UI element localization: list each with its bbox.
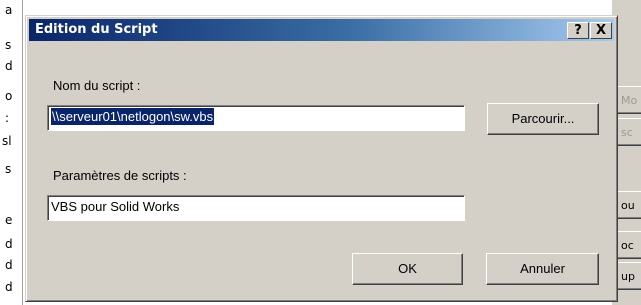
- background-text: a: [5, 3, 13, 17]
- background-button[interactable]: oc: [616, 231, 641, 259]
- help-button[interactable]: ?: [567, 22, 589, 39]
- close-button[interactable]: X: [590, 22, 612, 39]
- script-name-input[interactable]: \\serveur01\netlogon\sw.vbs: [47, 105, 465, 131]
- script-name-value: \\serveur01\netlogon\sw.vbs: [51, 108, 215, 125]
- background-text: d: [5, 59, 13, 73]
- background-text: :: [5, 111, 10, 125]
- background-text: e: [5, 213, 13, 227]
- background-text: d: [5, 280, 13, 294]
- browse-button[interactable]: Parcourir...: [487, 103, 599, 135]
- dialog-title: Edition du Script: [35, 22, 158, 37]
- dialog-titlebar[interactable]: Edition du Script ? X: [29, 19, 614, 41]
- background-text: sl: [2, 134, 12, 148]
- script-params-input[interactable]: VBS pour Solid Works: [47, 195, 465, 221]
- ok-button[interactable]: OK: [352, 253, 463, 285]
- background-button[interactable]: Mo: [616, 86, 641, 114]
- background-button[interactable]: sc: [616, 118, 641, 146]
- background-text: o: [5, 89, 13, 103]
- edit-script-dialog: Edition du Script ? X Nom du script : \\…: [25, 15, 618, 302]
- background-button[interactable]: ou: [616, 191, 641, 219]
- background-text: d: [5, 237, 13, 251]
- background-window-left: a s d o : sl s e d d d: [0, 0, 23, 305]
- script-params-label: Paramètres de scripts :: [53, 168, 187, 183]
- background-text: d: [5, 258, 13, 272]
- background-text: s: [5, 38, 12, 52]
- background-text: s: [5, 162, 12, 176]
- cancel-button[interactable]: Annuler: [486, 253, 599, 285]
- background-button[interactable]: up: [616, 262, 641, 290]
- script-name-label: Nom du script :: [53, 78, 141, 93]
